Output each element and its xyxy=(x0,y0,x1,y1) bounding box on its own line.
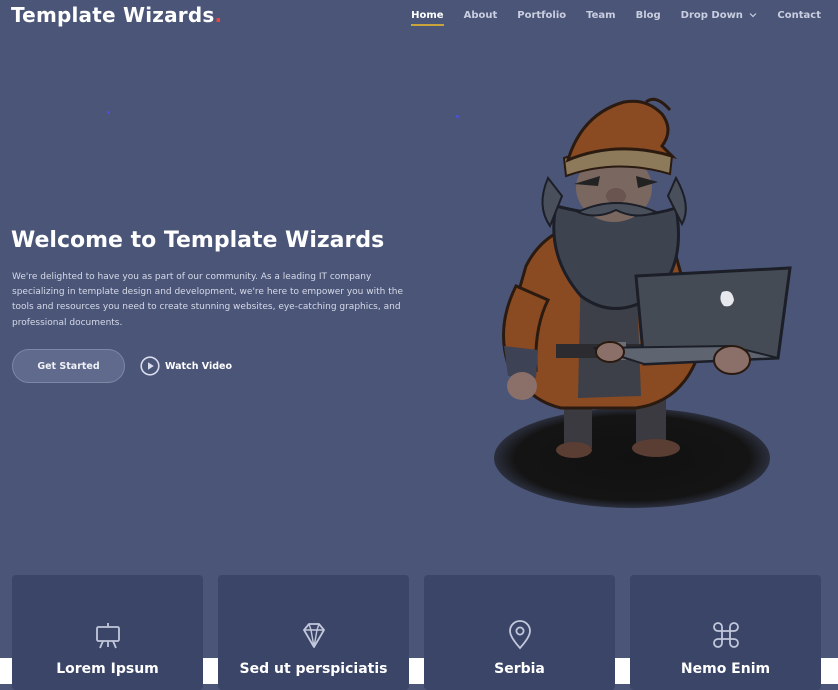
nav-dropdown[interactable]: Drop Down xyxy=(681,10,758,21)
play-circle-icon xyxy=(140,356,160,376)
feature-card[interactable]: Nemo Enim xyxy=(630,575,821,690)
nav-blog[interactable]: Blog xyxy=(636,10,661,21)
site-logo[interactable]: Template Wizards. xyxy=(11,3,222,27)
card-title: Sed ut perspiciatis xyxy=(239,661,388,677)
chevron-down-icon xyxy=(749,13,757,18)
card-title: Nemo Enim xyxy=(680,661,771,677)
decorative-dot xyxy=(107,111,110,114)
presentation-board-icon xyxy=(95,623,120,649)
hero-title: Welcome to Template Wizards xyxy=(11,228,385,253)
hero-description: We're delighted to have you as part of o… xyxy=(12,272,403,328)
feature-card[interactable]: Serbia xyxy=(424,575,615,690)
command-icon xyxy=(712,622,739,648)
get-started-button[interactable]: Get Started xyxy=(12,349,125,383)
watch-video-label: Watch Video xyxy=(165,360,233,372)
watch-video-button[interactable]: Watch Video xyxy=(140,355,232,377)
card-title: Serbia xyxy=(494,661,545,677)
nav-dropdown-label: Drop Down xyxy=(680,10,743,21)
card-title: Lorem Ipsum xyxy=(56,661,159,677)
diamond-icon xyxy=(302,623,325,648)
nav-team[interactable]: Team xyxy=(586,10,615,21)
site-header: Template Wizards. Home About Portfolio T… xyxy=(0,0,838,34)
nav-contact[interactable]: Contact xyxy=(777,10,821,21)
nav-portfolio[interactable]: Portfolio xyxy=(517,10,566,21)
nav-home[interactable]: Home xyxy=(411,10,445,26)
wizard-with-laptop-illustration xyxy=(494,97,792,508)
map-pin-icon xyxy=(508,620,531,650)
nav-about[interactable]: About xyxy=(464,10,498,21)
decorative-dot xyxy=(456,115,459,118)
logo-dot: . xyxy=(214,3,223,27)
feature-card[interactable]: Sed ut perspiciatis xyxy=(218,575,409,690)
main-nav: Home About Portfolio Team Blog Drop Down… xyxy=(391,10,821,26)
logo-text: Template Wizards xyxy=(11,3,215,27)
feature-card[interactable]: Lorem Ipsum xyxy=(12,575,203,690)
